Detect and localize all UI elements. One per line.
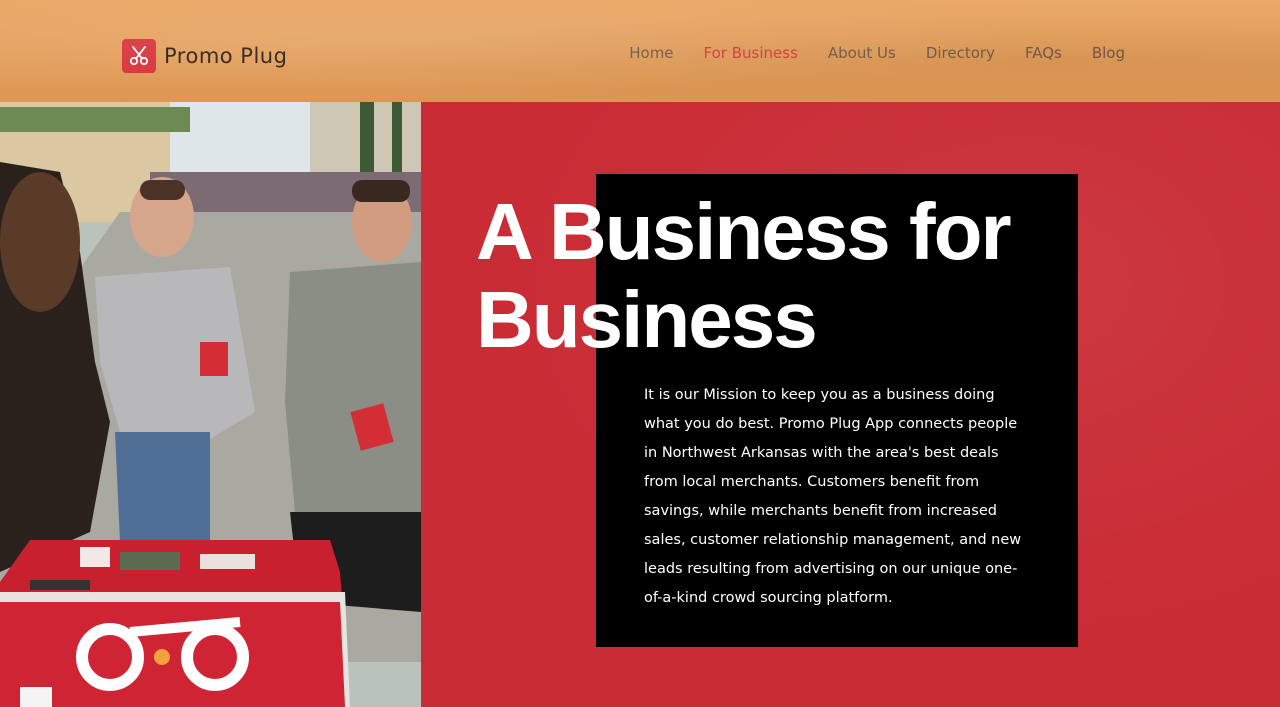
- nav-blog[interactable]: Blog: [1092, 44, 1125, 62]
- brand-logo-link[interactable]: Promo Plug: [122, 39, 287, 73]
- nav-home[interactable]: Home: [629, 44, 673, 62]
- site-header: Promo Plug Home For Business About Us Di…: [0, 0, 1280, 102]
- hero-headline: A Business for Business: [476, 187, 1012, 364]
- mission-text: It is our Mission to keep you as a busin…: [644, 387, 1022, 606]
- nav-about-us[interactable]: About Us: [828, 44, 896, 62]
- event-photo: [0, 102, 421, 707]
- scissors-icon: [122, 39, 156, 73]
- nav-for-business[interactable]: For Business: [704, 44, 798, 62]
- nav-faqs[interactable]: FAQs: [1025, 44, 1062, 62]
- brand-name: Promo Plug: [164, 44, 288, 68]
- nav-directory[interactable]: Directory: [926, 44, 995, 62]
- main-nav: Home For Business About Us Directory FAQ…: [629, 44, 1125, 62]
